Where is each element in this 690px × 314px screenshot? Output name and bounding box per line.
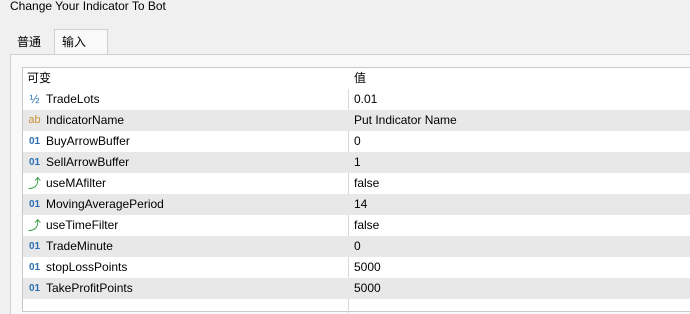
param-name: useMAfilter (46, 176, 107, 190)
param-name: TakeProfitPoints (46, 281, 133, 295)
param-value[interactable]: 0 (354, 131, 684, 152)
param-name: TradeMinute (46, 239, 113, 253)
param-name: BuyArrowBuffer (46, 134, 130, 148)
integer-icon: 01 (28, 283, 41, 294)
param-name: IndicatorName (46, 113, 125, 127)
table-row[interactable]: 01 stopLossPoints 5000 (23, 257, 690, 278)
integer-icon: 01 (28, 262, 41, 273)
header-value: 值 (354, 71, 367, 85)
fraction-icon: ½ (29, 92, 40, 106)
param-value[interactable]: false (354, 173, 684, 194)
grid-header: 可变 值 (23, 68, 690, 89)
param-value[interactable]: 14 (354, 194, 684, 215)
table-row[interactable]: 01 TakeProfitPoints 5000 (23, 278, 690, 299)
header-variable: 可变 (27, 71, 52, 85)
table-row[interactable]: ⤴ useTimeFilter false (23, 215, 690, 236)
param-name: MovingAveragePeriod (46, 197, 164, 211)
table-row[interactable]: 01 MovingAveragePeriod 14 (23, 194, 690, 215)
param-value[interactable]: 1 (354, 152, 684, 173)
param-value[interactable]: 0.01 (354, 89, 684, 110)
table-row[interactable]: 01 TradeMinute 0 (23, 236, 690, 257)
param-value[interactable]: 5000 (354, 278, 684, 299)
tab-inputs[interactable]: 输入 (54, 29, 108, 55)
param-value[interactable]: 0 (354, 236, 684, 257)
table-row[interactable]: 01 BuyArrowBuffer 0 (23, 131, 690, 152)
param-name: useTimeFilter (46, 218, 119, 232)
param-value[interactable]: 5000 (354, 257, 684, 278)
integer-icon: 01 (28, 241, 41, 252)
param-name: TradeLots (46, 92, 100, 106)
param-name: stopLossPoints (46, 260, 128, 274)
table-row[interactable]: ab IndicatorName Put Indicator Name (23, 110, 690, 131)
table-row[interactable]: ½ TradeLots 0.01 (23, 89, 690, 110)
tab-bar: 普通 输入 (10, 29, 690, 55)
integer-icon: 01 (28, 199, 41, 210)
boolean-icon: ⤴ (27, 176, 41, 191)
integer-icon: 01 (28, 157, 41, 168)
tab-general[interactable]: 普通 (10, 31, 54, 53)
string-icon: ab (28, 114, 41, 126)
param-value[interactable]: false (354, 215, 684, 236)
inputs-grid: 可变 值 ½ TradeLots 0.01 ab IndicatorName Put… (22, 67, 690, 313)
integer-icon: 01 (28, 136, 41, 147)
boolean-icon: ⤴ (27, 218, 41, 233)
param-name: SellArrowBuffer (46, 155, 130, 169)
table-row[interactable]: ⤴ useMAfilter false (23, 173, 690, 194)
param-value[interactable]: Put Indicator Name (354, 110, 684, 131)
table-row[interactable]: 01 SellArrowBuffer 1 (23, 152, 690, 173)
window-title: Change Your Indicator To Bot (10, 0, 166, 13)
